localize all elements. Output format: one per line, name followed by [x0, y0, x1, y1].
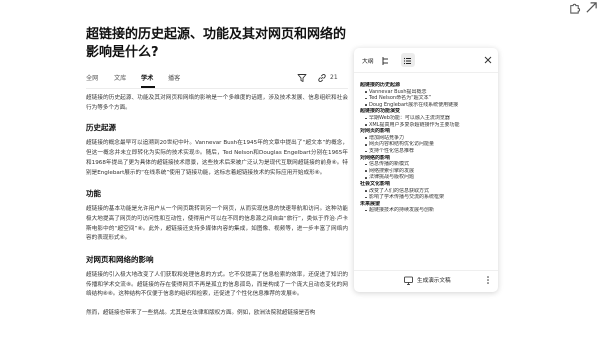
impact-paragraph: 超链接的引入极大地改变了人们获取和处理信息的方式。它不仅提高了信息检索的效率，还…	[86, 272, 348, 298]
link-icon[interactable]	[317, 73, 327, 83]
outline-section[interactable]: 社会文化影响	[360, 181, 494, 188]
outline-tab[interactable]: 大纲	[362, 56, 374, 65]
outline-section[interactable]: 未来展望	[360, 201, 494, 208]
tab-podcast[interactable]: 播客	[168, 73, 180, 82]
panel-header: 大纲	[354, 48, 498, 72]
outline-item[interactable]: 增加网站竞争力	[360, 135, 494, 142]
outline-section[interactable]: 超链接的历史起源	[360, 82, 494, 89]
tab-library[interactable]: 文库	[114, 73, 126, 82]
outline-item[interactable]: Doug Englebart展示在线系统使用链接	[360, 102, 494, 109]
outline-item[interactable]: 网络搜索引擎的发展	[360, 168, 494, 175]
outline-item[interactable]: 超链接技术的持续发展与创新	[360, 207, 494, 214]
intro-paragraph: 超链接的历史起源、功能及其对网页和网络的影响是一个多维度的话题，涉及技术发展、信…	[86, 95, 348, 111]
page-title: 超链接的历史起源、功能及其对网页和网络的影响是什么?	[86, 27, 347, 60]
outline-item[interactable]: 改变了人们的信息获取方式	[360, 188, 494, 195]
outline-item[interactable]: XML提高用户多复杂超链接作为主要功能	[360, 122, 494, 129]
article-body: 超链接的历史起源、功能及其对网页和网络的影响是一个多维度的话题，涉及技术发展、信…	[86, 94, 348, 319]
function-paragraph: 超链接的基本功能是允许用户从一个网页跳转到另一个网页，从而实现信息的快速导航和访…	[86, 206, 348, 242]
divider	[354, 72, 498, 73]
filter-icon[interactable]	[297, 73, 307, 83]
mindmap-icon	[382, 57, 388, 65]
generate-slides-button[interactable]: 生成演示文稿	[404, 274, 451, 286]
outline-item[interactable]: Ted Nelson命名为“超文本”	[360, 95, 494, 102]
outline-list: 超链接的历史起源 Vannevar Bush提出概念 Ted Nelson命名为…	[360, 82, 494, 214]
outline-section[interactable]: 超链接的功能演变	[360, 108, 494, 115]
browser-toolbar	[0, 0, 600, 16]
list-icon	[403, 57, 411, 65]
mindmap-view-button[interactable]	[379, 53, 393, 67]
source-count: 21	[330, 74, 338, 81]
section-heading-origin: 历史起源	[86, 123, 116, 133]
presentation-icon	[404, 276, 413, 285]
outline-item[interactable]: 早期Web功能：可以融入主流浏览器	[360, 115, 494, 122]
outline-section[interactable]: 对网络的影响	[360, 155, 494, 162]
section-heading-impact: 对网页和网络的影响	[86, 255, 154, 265]
extension-puzzle-icon[interactable]	[568, 1, 581, 14]
list-view-button[interactable]	[401, 53, 415, 67]
outline-item[interactable]: Vannevar Bush提出概念	[360, 89, 494, 96]
generate-slides-label: 生成演示文稿	[417, 278, 451, 284]
close-icon[interactable]	[484, 56, 492, 64]
outline-section[interactable]: 对网页的影响	[360, 128, 494, 135]
share-icon[interactable]	[585, 1, 598, 14]
outline-item[interactable]: 支持个性化信息推荐	[360, 148, 494, 155]
tail-paragraph: 然而，超链接也带来了一些挑战。尤其是在法律和版权方面。例如，欧洲法院就超链接是否…	[86, 310, 316, 317]
outline-panel: 大纲 超链接的历史起源 Vannevar Bush提出概念 Ted Nelson…	[354, 48, 498, 292]
outline-item[interactable]: 网页内容和结构优化访问能量	[360, 141, 494, 148]
tab-web[interactable]: 全网	[86, 73, 98, 82]
active-tab-indicator	[141, 86, 155, 88]
origin-paragraph: 超链接的概念最早可以追溯到20世纪中叶。Vannevar Bush在1945年的…	[86, 140, 348, 176]
outline-item[interactable]: 法律挑战与版权问题	[360, 174, 494, 181]
divider	[354, 270, 498, 271]
more-options-icon[interactable]	[485, 274, 491, 286]
tab-academic[interactable]: 学术	[141, 73, 153, 82]
section-heading-function: 功能	[86, 189, 101, 199]
source-tabs: 全网 文库 学术 播客	[86, 70, 348, 89]
outline-item[interactable]: 信息传播的新模式	[360, 161, 494, 168]
outline-item[interactable]: 影响了学术传播与交流的系统框架	[360, 194, 494, 201]
